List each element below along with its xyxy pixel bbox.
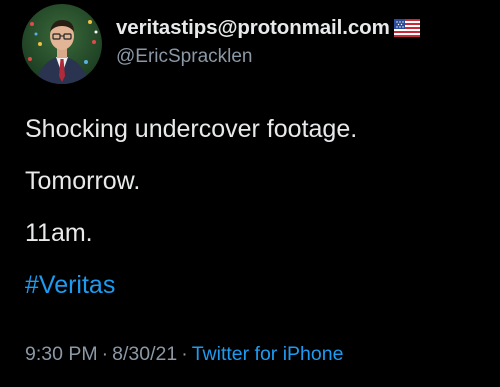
tweet-date[interactable]: 8/30/21 (112, 343, 177, 365)
hashtag-link[interactable]: #Veritas (25, 270, 357, 301)
tweet-line: Shocking undercover footage. (25, 115, 358, 143)
tweet-body: Shocking undercover footage. Tomorrow. 1… (25, 114, 357, 322)
tweet-line: 11am. (25, 219, 93, 247)
avatar[interactable] (22, 4, 102, 84)
display-name[interactable]: veritastips@protonmail.com (116, 16, 390, 40)
meta-separator: · (181, 343, 188, 365)
avatar-photo-icon (22, 4, 102, 84)
tweet-card: veritastips@protonmail.com @EricSprackle… (0, 0, 500, 387)
us-flag-icon (393, 19, 420, 37)
tweet-time[interactable]: 9:30 PM (25, 343, 98, 365)
display-name-row: veritastips@protonmail.com (116, 16, 420, 40)
author-names: veritastips@protonmail.com @EricSprackle… (116, 16, 420, 68)
tweet-header: veritastips@protonmail.com @EricSprackle… (22, 4, 420, 84)
tweet-source-link[interactable]: Twitter for iPhone (192, 343, 344, 365)
user-handle[interactable]: @EricSpracklen (116, 46, 420, 68)
tweet-meta: 9:30 PM · 8/30/21 · Twitter for iPhone (25, 343, 343, 366)
meta-separator: · (101, 343, 109, 365)
tweet-line: Tomorrow. (25, 167, 141, 195)
